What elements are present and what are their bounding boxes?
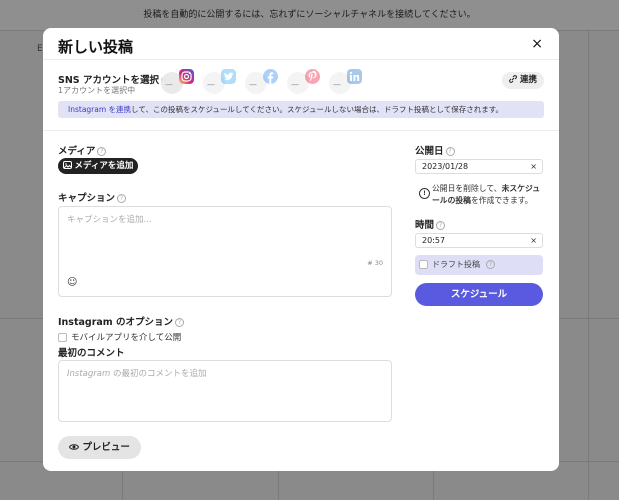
connect-button[interactable]: 連携 xyxy=(502,72,544,89)
connect-instagram-link[interactable]: Instagram を連携 xyxy=(68,105,131,114)
time-label: 時間? xyxy=(415,217,446,231)
clear-time-icon[interactable]: × xyxy=(530,234,537,247)
schedule-button[interactable]: スケジュール xyxy=(415,283,543,306)
time-input[interactable]: 20:57 × xyxy=(415,233,543,248)
account-twitter[interactable]: — xyxy=(203,69,239,94)
help-icon[interactable]: ? xyxy=(436,221,446,230)
help-icon[interactable]: ? xyxy=(117,194,127,203)
account-facebook[interactable]: — xyxy=(245,69,281,94)
instagram-icon xyxy=(179,69,194,84)
instagram-options-label: Instagram のオプション? xyxy=(58,314,185,328)
first-comment-placeholder: Instagram の最初のコメントを追加 xyxy=(67,369,207,379)
caption-placeholder: キャプションを追加... xyxy=(67,215,152,225)
preview-button[interactable]: プレビュー xyxy=(58,436,141,459)
new-post-modal: 新しい投稿 × SNS アカウントを選択? 1アカウントを選択中 — — — — xyxy=(43,28,559,471)
image-icon xyxy=(62,161,72,169)
account-instagram[interactable]: — xyxy=(161,69,197,94)
caption-label: キャプション? xyxy=(58,190,127,204)
link-icon xyxy=(509,75,517,83)
mobile-publish-option[interactable]: モバイルアプリを介して公開 xyxy=(58,331,181,343)
modal-title: 新しい投稿 xyxy=(58,38,134,56)
facebook-icon xyxy=(263,69,278,84)
divider xyxy=(43,59,559,60)
account-pinterest[interactable]: — xyxy=(287,69,323,94)
publish-date-label: 公開日? xyxy=(415,143,455,157)
divider xyxy=(43,130,559,131)
first-comment-label: 最初のコメント xyxy=(58,348,125,359)
unscheduled-note: ! 公開日を削除して、未スケジュールの投稿を作成できます。 xyxy=(415,180,543,210)
draft-post-option[interactable]: ドラフト投稿? xyxy=(415,255,543,275)
sns-account-label: SNS アカウントを選択? xyxy=(58,72,170,86)
media-label: メディア? xyxy=(58,143,107,157)
close-icon[interactable]: × xyxy=(531,36,543,52)
grid-line xyxy=(588,30,589,500)
clear-date-icon[interactable]: × xyxy=(530,160,537,173)
account-linkedin[interactable]: — xyxy=(329,69,365,94)
mobile-publish-checkbox[interactable] xyxy=(58,333,67,342)
first-comment-input[interactable]: Instagram の最初のコメントを追加 xyxy=(58,360,392,422)
caption-input[interactable]: キャプションを追加... # 30 ☺ xyxy=(58,206,392,297)
twitter-icon xyxy=(221,69,236,84)
add-media-button[interactable]: メディアを追加 xyxy=(58,158,138,174)
background-letter: E xyxy=(37,44,43,54)
sns-selected-count: 1アカウントを選択中 xyxy=(58,86,136,95)
emoji-icon[interactable]: ☺ xyxy=(67,277,77,288)
draft-checkbox[interactable] xyxy=(419,260,428,269)
linkedin-icon xyxy=(347,69,362,84)
info-banner: Instagram を連携して、この投稿をスケジュールしてください。スケジュール… xyxy=(58,101,544,118)
character-count: # 30 xyxy=(367,259,383,267)
help-icon[interactable]: ? xyxy=(445,147,455,156)
background-banner: 投稿を自動的に公開するには、忘れずにソーシャルチャネルを接続してください。 xyxy=(0,0,619,31)
publish-date-input[interactable]: 2023/01/28 × xyxy=(415,159,543,174)
help-icon[interactable]: ? xyxy=(486,260,495,269)
info-icon: ! xyxy=(419,188,430,199)
pinterest-icon xyxy=(305,69,320,84)
help-icon[interactable]: ? xyxy=(175,318,185,327)
help-icon[interactable]: ? xyxy=(97,147,107,156)
eye-icon xyxy=(69,444,80,450)
